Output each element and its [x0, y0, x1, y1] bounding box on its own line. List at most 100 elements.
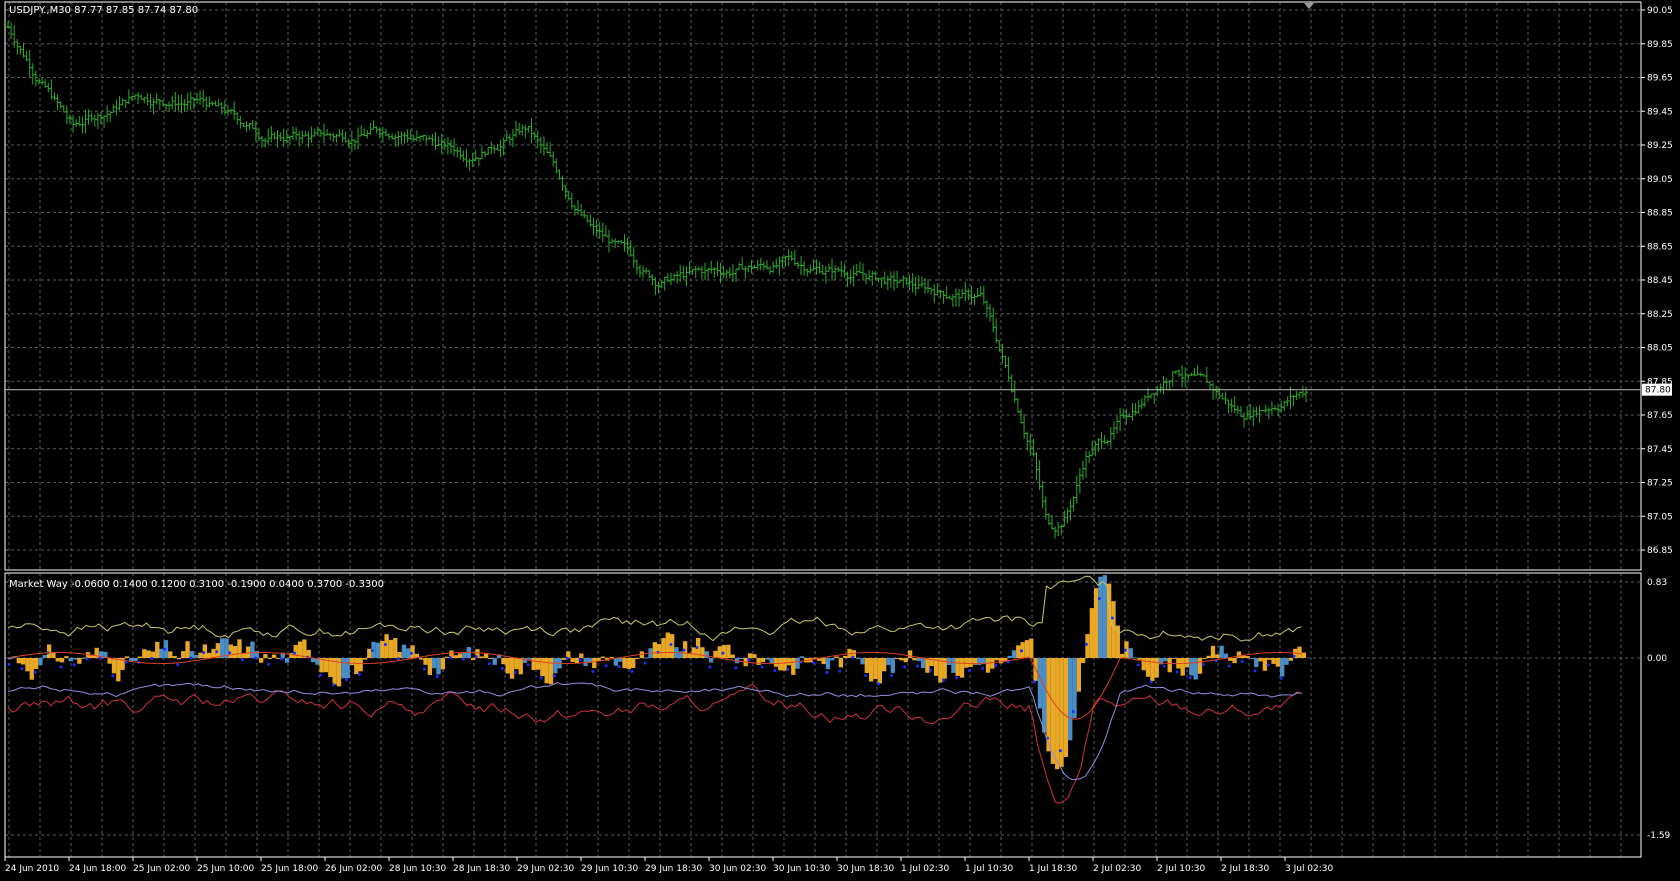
histogram-bar: [228, 644, 233, 658]
histogram-bar: [393, 638, 398, 658]
histogram-bar: [1275, 658, 1281, 667]
indicator-tick-label: 0.00: [1647, 654, 1667, 664]
histogram-bar: [1098, 576, 1103, 658]
histogram-bar: [912, 658, 917, 661]
histogram-bar: [302, 639, 307, 658]
signal-dot: [812, 661, 816, 665]
signal-dot: [942, 678, 946, 682]
histogram-bar: [834, 656, 839, 658]
histogram-bar: [1301, 652, 1306, 658]
histogram-bar: [1137, 658, 1142, 660]
histogram-bar: [881, 658, 887, 672]
histogram-bar: [72, 658, 78, 660]
histogram-bar: [691, 647, 696, 658]
indicator-tick-label: 0.83: [1647, 578, 1667, 588]
histogram-bar: [284, 658, 290, 663]
histogram-bar: [951, 658, 956, 673]
histogram-bar: [1202, 658, 1207, 660]
histogram-bar: [825, 658, 831, 670]
histogram-bar: [622, 658, 627, 669]
time-tick-label: 26 Jun 02:00: [325, 864, 382, 874]
histogram-bar: [579, 653, 584, 658]
signal-dot: [526, 663, 530, 667]
histogram-bar: [778, 658, 783, 671]
time-tick-label: 3 Jul 02:30: [1285, 864, 1334, 874]
histogram-bar: [1128, 648, 1133, 658]
signal-dot: [1227, 664, 1231, 668]
time-tick-label: 30 Jun 02:30: [709, 864, 766, 874]
signal-dot: [903, 665, 907, 669]
histogram-bar: [795, 658, 800, 669]
histogram-bar: [1154, 658, 1159, 678]
signal-dot: [20, 667, 24, 671]
histogram-bar: [821, 658, 826, 665]
histogram-bar: [600, 656, 606, 658]
time-tick-label: 24 Jun 18:00: [69, 864, 126, 874]
signal-dot: [500, 667, 504, 671]
signal-dot: [630, 670, 634, 674]
histogram-bar: [998, 658, 1004, 664]
histogram-bar: [142, 649, 147, 658]
histogram-bar: [544, 658, 549, 684]
histogram-bar: [38, 658, 43, 666]
price-tick-label: 90.05: [1647, 6, 1673, 16]
histogram-bar: [1189, 658, 1194, 676]
time-tick-label: 2 Jul 02:30: [1093, 864, 1142, 874]
histogram-bar: [899, 658, 904, 661]
signal-dot: [682, 648, 686, 652]
histogram-bar: [1167, 658, 1172, 673]
histogram-bar: [116, 658, 121, 682]
histogram-bar: [1063, 658, 1069, 757]
histogram-bar: [1072, 658, 1077, 719]
histogram-bar: [453, 655, 458, 658]
signal-dot: [487, 662, 491, 666]
histogram-bar: [1076, 658, 1082, 692]
histogram-bar: [769, 658, 774, 664]
histogram-bar: [730, 654, 735, 658]
histogram-bar: [33, 658, 39, 669]
time-tick-label: 25 Jun 10:00: [197, 864, 254, 874]
time-tick-label: 29 Jun 18:30: [645, 864, 702, 874]
histogram-bar: [609, 657, 614, 659]
histogram-bar: [561, 658, 567, 660]
histogram-bar: [1284, 658, 1289, 665]
time-tick-label: 1 Jul 10:30: [965, 864, 1014, 874]
histogram-bar: [553, 658, 558, 674]
histogram-bar: [1215, 654, 1220, 658]
histogram-bar: [540, 658, 545, 677]
histogram-bar: [146, 650, 151, 658]
trading-chart[interactable]: 90.05 89.85 89.65 89.45 89.25 89.05 88.85 88.65…: [0, 0, 1680, 877]
histogram-bar: [765, 658, 770, 660]
signal-dot: [851, 655, 855, 659]
histogram-bar: [432, 658, 437, 669]
signal-dot: [1201, 662, 1205, 666]
histogram-bar: [1193, 658, 1198, 680]
histogram-bar: [1271, 658, 1276, 664]
chart-title: USDJPY.,M30 87.77 87.85 87.74 87.80: [9, 5, 198, 16]
histogram-bar: [384, 634, 389, 658]
histogram-bar: [207, 652, 212, 658]
histogram-bar: [1141, 658, 1146, 671]
histogram-bar: [436, 658, 441, 675]
histogram-bar: [704, 651, 709, 658]
histogram-bar: [1171, 658, 1177, 659]
histogram-bar: [29, 658, 34, 680]
signal-dot: [747, 658, 751, 662]
time-tick-label: 1 Jul 18:30: [1029, 864, 1078, 874]
signal-dot: [734, 666, 738, 670]
signal-dot: [669, 642, 673, 646]
time-tick-label: 29 Jun 10:30: [581, 864, 638, 874]
histogram-bar: [522, 658, 528, 663]
histogram-bar: [838, 658, 844, 668]
histogram-bar: [380, 640, 385, 658]
histogram-bar: [843, 655, 848, 658]
histogram-bar: [263, 654, 268, 658]
histogram-bar: [1055, 658, 1060, 770]
signal-dot: [189, 656, 193, 660]
time-tick-label: 2 Jul 10:30: [1157, 864, 1206, 874]
histogram-bar: [1254, 658, 1259, 668]
histogram-bar: [462, 652, 467, 658]
histogram-bar: [1145, 658, 1151, 677]
chart-canvas[interactable]: 90.05 89.85 89.65 89.45 89.25 89.05 88.85 88.65…: [0, 0, 1680, 877]
signal-dot: [1058, 749, 1062, 753]
